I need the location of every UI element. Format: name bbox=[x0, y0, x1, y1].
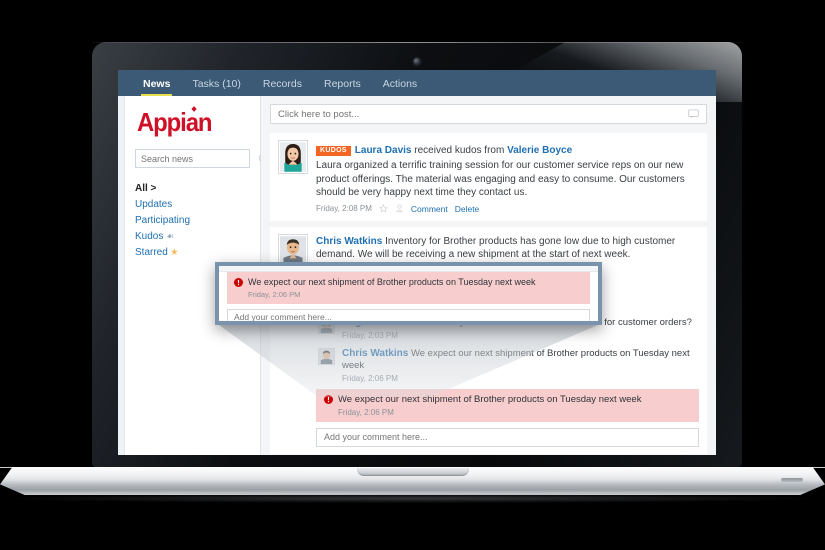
error-comment-text: We expect our next shipment of Brother p… bbox=[338, 393, 642, 405]
magnifier-callout: We expect our next shipment of Brother p… bbox=[215, 262, 602, 325]
comment-chris-watkins: Chris Watkins We expect our next shipmen… bbox=[316, 344, 699, 387]
star-outline-icon[interactable] bbox=[378, 204, 388, 213]
top-navigation-bar: News Tasks (10) Records Reports Actions bbox=[118, 70, 716, 96]
error-comment: We expect our next shipment of Brother p… bbox=[316, 388, 699, 422]
tab-records[interactable]: Records bbox=[252, 78, 313, 96]
callout-error-text: We expect our next shipment of Brother p… bbox=[248, 277, 536, 287]
tab-reports[interactable]: Reports bbox=[313, 78, 372, 96]
sidebar-item-starred[interactable]: Starred ✭ bbox=[135, 244, 250, 260]
appian-logo: Appian bbox=[137, 106, 241, 137]
news-filter-list: All > Updates Participating Kudos ☙ Star… bbox=[135, 180, 250, 260]
post-kudos-connector: received kudos from bbox=[411, 145, 508, 156]
trophy-icon: ☙ bbox=[166, 230, 175, 241]
post-inventory: Chris Watkins Inventory for Brother prod… bbox=[270, 226, 707, 454]
error-icon bbox=[324, 394, 333, 404]
post-inventory-header: Chris Watkins Inventory for Brother prod… bbox=[316, 235, 699, 262]
callout-error-body: We expect our next shipment of Brother p… bbox=[248, 277, 536, 299]
comment-chris-watkins-body: Chris Watkins We expect our next shipmen… bbox=[342, 348, 699, 383]
sidebar-item-starred-label: Starred bbox=[135, 246, 168, 258]
post-author-name[interactable]: Laura Davis bbox=[355, 145, 412, 156]
callout-error-comment: We expect our next shipment of Brother p… bbox=[227, 272, 590, 304]
post-kudos-header: KUDOS Laura Davis received kudos from Val… bbox=[316, 140, 699, 158]
callout-comment-box[interactable] bbox=[227, 309, 590, 321]
callout-content: We expect our next shipment of Brother p… bbox=[219, 266, 598, 321]
callout-error-time: Friday, 2:06 PM bbox=[248, 290, 301, 299]
sidebar-item-participating[interactable]: Participating bbox=[135, 212, 250, 228]
comment-chris-time: Friday, 2:06 PM bbox=[342, 373, 398, 383]
search-input[interactable] bbox=[141, 153, 258, 164]
post-kudos-actions: Friday, 2:08 PM Comment Delete bbox=[316, 204, 699, 214]
person-icon[interactable] bbox=[395, 204, 404, 213]
sidebar-item-kudos-label: Kudos bbox=[135, 230, 164, 242]
sidebar-item-updates[interactable]: Updates bbox=[135, 196, 250, 212]
screenshot-stage: News Tasks (10) Records Reports Actions … bbox=[0, 0, 825, 550]
comment-author-chris[interactable]: Chris Watkins bbox=[342, 348, 408, 359]
add-comment-input[interactable] bbox=[324, 432, 691, 442]
star-icon: ✭ bbox=[170, 246, 179, 257]
sidebar-item-kudos[interactable]: Kudos ☙ bbox=[135, 228, 250, 244]
post-kudos-mention[interactable]: Valerie Boyce bbox=[507, 145, 572, 156]
post-composer[interactable] bbox=[270, 104, 707, 124]
error-comment-body: We expect our next shipment of Brother p… bbox=[338, 394, 691, 417]
base-slot bbox=[781, 478, 803, 482]
delete-link[interactable]: Delete bbox=[455, 204, 480, 214]
comment-link[interactable]: Comment bbox=[411, 204, 448, 214]
post-input[interactable] bbox=[278, 108, 688, 120]
error-comment-time: Friday, 2:06 PM bbox=[338, 407, 394, 417]
tab-news[interactable]: News bbox=[132, 78, 181, 96]
search-news-box[interactable] bbox=[135, 149, 268, 168]
comment-chris-text: Chris Watkins We expect our next shipmen… bbox=[342, 348, 699, 372]
tab-actions[interactable]: Actions bbox=[372, 78, 428, 96]
post-inventory-author[interactable]: Chris Watkins bbox=[316, 236, 382, 247]
post-kudos-content: KUDOS Laura Davis received kudos from Val… bbox=[316, 140, 699, 214]
comment-bubble-icon[interactable] bbox=[688, 109, 699, 119]
appian-logo-text: Appian bbox=[137, 107, 213, 137]
callout-comment-input[interactable] bbox=[234, 312, 583, 321]
base-shadow bbox=[8, 494, 817, 503]
callout-error-icon bbox=[234, 278, 243, 287]
comment-virginia-time: Friday, 2:03 PM bbox=[342, 330, 398, 340]
callout-ghost-strip bbox=[219, 266, 598, 272]
avatar-chris-watkins-comment bbox=[318, 347, 335, 365]
avatar-laura-davis bbox=[278, 140, 308, 174]
tab-tasks[interactable]: Tasks (10) bbox=[181, 78, 251, 96]
left-rail bbox=[118, 96, 125, 455]
kudos-badge: KUDOS bbox=[316, 145, 351, 156]
sidebar-item-all[interactable]: All > bbox=[135, 180, 250, 196]
lid-edge-highlight bbox=[92, 42, 742, 43]
add-comment-box[interactable] bbox=[316, 427, 699, 447]
post-timestamp: Friday, 2:08 PM bbox=[316, 204, 372, 213]
webcam-icon bbox=[413, 58, 421, 65]
post-kudos-body: Laura organized a terrific training sess… bbox=[316, 160, 685, 198]
post-kudos: KUDOS Laura Davis received kudos from Val… bbox=[270, 133, 707, 221]
trackpad-notch bbox=[356, 468, 469, 476]
